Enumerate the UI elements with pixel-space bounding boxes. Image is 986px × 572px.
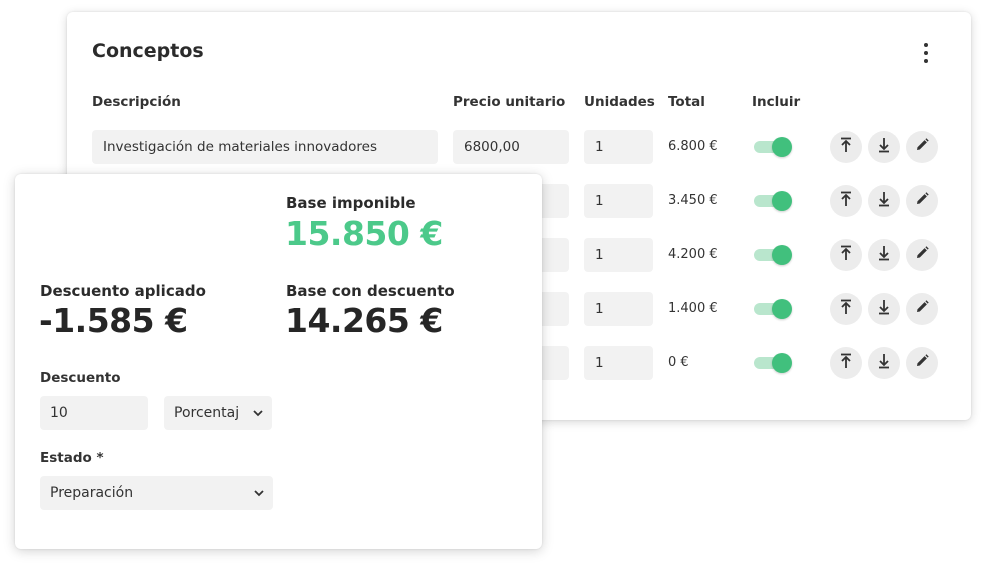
pencil-icon bbox=[913, 298, 931, 320]
row-total: 3.450 € bbox=[668, 193, 718, 208]
pencil-icon bbox=[913, 244, 931, 266]
edit-button[interactable] bbox=[906, 185, 938, 217]
units-input[interactable]: 1 bbox=[584, 184, 653, 218]
row-total: 6.800 € bbox=[668, 139, 718, 154]
edit-button[interactable] bbox=[906, 131, 938, 163]
arrow-to-bottom-icon bbox=[875, 244, 893, 266]
status-label: Estado * bbox=[40, 450, 104, 466]
pencil-icon bbox=[913, 352, 931, 374]
move-up-button[interactable] bbox=[830, 347, 862, 379]
unit-price-input[interactable]: 6800,00 bbox=[453, 130, 569, 164]
base-imponible-label: Base imponible bbox=[286, 194, 416, 212]
arrow-to-top-icon bbox=[837, 352, 855, 374]
table-row: Investigación de materiales innovadores 6… bbox=[67, 130, 971, 166]
chevron-down-icon bbox=[254, 490, 264, 497]
status-value: Preparación bbox=[50, 485, 134, 501]
arrow-to-bottom-icon bbox=[875, 352, 893, 374]
arrow-to-bottom-icon bbox=[875, 298, 893, 320]
discount-applied-label: Descuento aplicado bbox=[40, 282, 206, 300]
arrow-to-top-icon bbox=[837, 190, 855, 212]
concepts-title: Conceptos bbox=[92, 40, 204, 62]
move-down-button[interactable] bbox=[868, 347, 900, 379]
discount-label: Descuento bbox=[40, 370, 121, 386]
move-up-button[interactable] bbox=[830, 239, 862, 271]
discount-type-value: Porcentaj bbox=[174, 405, 240, 421]
units-input[interactable]: 1 bbox=[584, 292, 653, 326]
status-select[interactable]: Preparación bbox=[40, 476, 273, 510]
discount-input[interactable]: 10 bbox=[40, 396, 148, 430]
arrow-to-bottom-icon bbox=[875, 136, 893, 158]
base-imponible-value: 15.850 € bbox=[285, 214, 443, 253]
discounted-base-label: Base con descuento bbox=[286, 282, 455, 300]
units-input[interactable]: 1 bbox=[584, 130, 653, 164]
discounted-base-value: 14.265 € bbox=[285, 301, 443, 340]
col-header-unit-price: Precio unitario bbox=[453, 94, 566, 110]
arrow-to-top-icon bbox=[837, 136, 855, 158]
move-up-button[interactable] bbox=[830, 131, 862, 163]
arrow-to-top-icon bbox=[837, 244, 855, 266]
include-toggle[interactable] bbox=[754, 137, 792, 157]
arrow-to-top-icon bbox=[837, 298, 855, 320]
discount-type-select[interactable]: Porcentaj bbox=[164, 396, 272, 430]
edit-button[interactable] bbox=[906, 293, 938, 325]
arrow-to-bottom-icon bbox=[875, 190, 893, 212]
col-header-total: Total bbox=[668, 94, 705, 110]
move-down-button[interactable] bbox=[868, 131, 900, 163]
include-toggle[interactable] bbox=[754, 353, 792, 373]
include-toggle[interactable] bbox=[754, 245, 792, 265]
edit-button[interactable] bbox=[906, 239, 938, 271]
pencil-icon bbox=[913, 136, 931, 158]
move-down-button[interactable] bbox=[868, 293, 900, 325]
edit-button[interactable] bbox=[906, 347, 938, 379]
move-up-button[interactable] bbox=[830, 185, 862, 217]
include-toggle[interactable] bbox=[754, 191, 792, 211]
move-down-button[interactable] bbox=[868, 239, 900, 271]
units-input[interactable]: 1 bbox=[584, 346, 653, 380]
row-total: 1.400 € bbox=[668, 301, 718, 316]
move-up-button[interactable] bbox=[830, 293, 862, 325]
move-down-button[interactable] bbox=[868, 185, 900, 217]
col-header-include: Incluir bbox=[752, 94, 801, 110]
row-total: 0 € bbox=[668, 355, 689, 370]
summary-card: Base imponible 15.850 € Descuento aplica… bbox=[15, 174, 542, 549]
chevron-down-icon bbox=[253, 410, 263, 417]
pencil-icon bbox=[913, 190, 931, 212]
col-header-units: Unidades bbox=[584, 94, 655, 110]
col-header-description: Descripción bbox=[92, 94, 181, 110]
description-input[interactable]: Investigación de materiales innovadores bbox=[92, 130, 438, 164]
row-total: 4.200 € bbox=[668, 247, 718, 262]
discount-applied-value: -1.585 € bbox=[39, 301, 188, 340]
include-toggle[interactable] bbox=[754, 299, 792, 319]
more-options-icon[interactable] bbox=[913, 39, 939, 67]
units-input[interactable]: 1 bbox=[584, 238, 653, 272]
